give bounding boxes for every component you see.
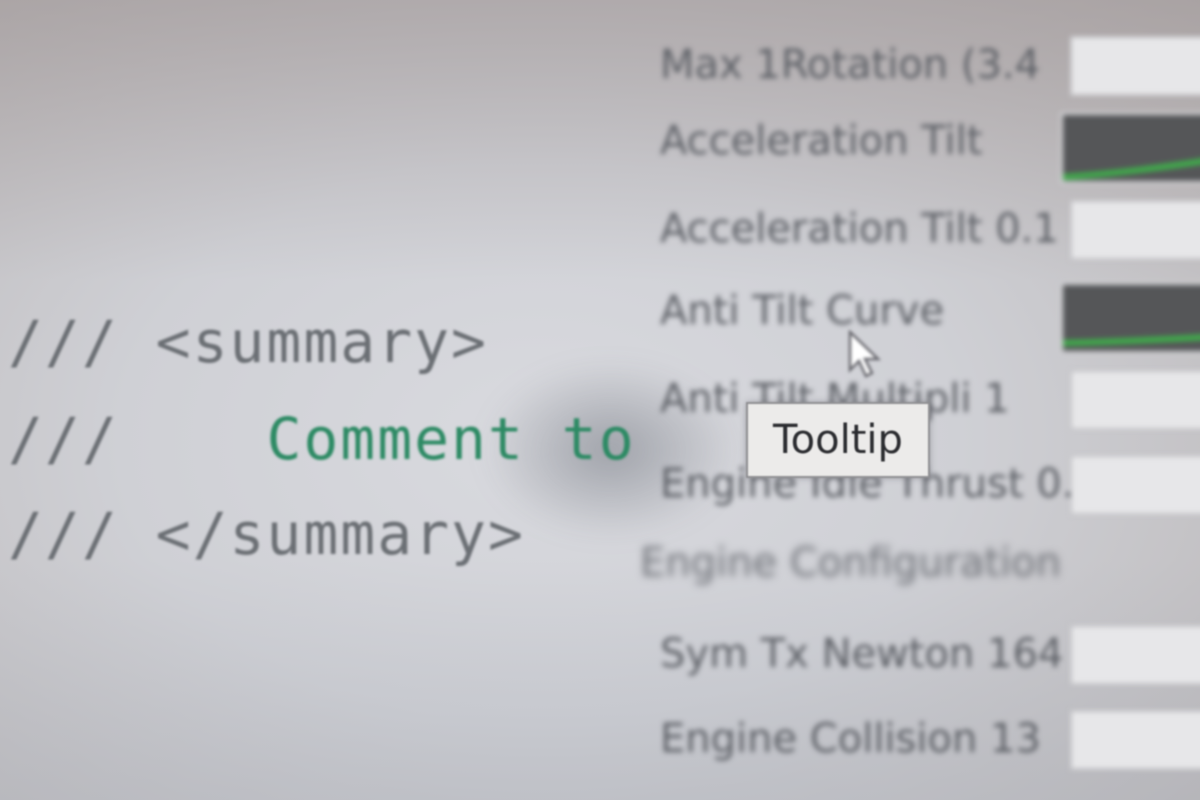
property-label: Acceleration Tilt 0.1	[660, 206, 1059, 252]
inspector-row[interactable]: Acceleration Tilt 0.1	[660, 200, 1200, 260]
property-input[interactable]	[1070, 200, 1200, 260]
property-label: Acceleration Tilt	[660, 118, 983, 164]
property-label: Max 1Rotation (3.4	[660, 42, 1041, 88]
comment-prefix: ///	[8, 405, 267, 473]
inspector-row[interactable]: Sym Tx Newton 164	[660, 625, 1200, 685]
curve-graph-icon	[1063, 158, 1200, 180]
property-label: Sym Tx Newton 164	[660, 631, 1064, 677]
inspector-row[interactable]: Engine Collision 13	[660, 710, 1200, 770]
curve-graph-icon	[1063, 334, 1200, 346]
property-label: Anti Tilt Curve	[660, 288, 945, 334]
comment-text: Comment to	[266, 405, 636, 473]
inspector-panel[interactable]: Max 1Rotation (3.4 Acceleration Tilt Acc…	[640, 0, 1200, 800]
section-header-engine-configuration[interactable]: Engine Configuration	[640, 540, 1061, 586]
inspector-row[interactable]: Anti Tilt Curve	[660, 282, 1200, 354]
curve-field[interactable]	[1060, 112, 1200, 184]
inspector-row[interactable]: Acceleration Tilt	[660, 112, 1200, 184]
mouse-cursor-icon	[848, 330, 882, 378]
property-input[interactable]	[1070, 370, 1200, 430]
curve-field[interactable]	[1060, 282, 1200, 354]
property-input[interactable]	[1070, 36, 1200, 96]
property-label: Engine Collision 13	[660, 716, 1041, 762]
inspector-row[interactable]: Engine Idle Thrust 0.3	[660, 455, 1200, 515]
inspector-row[interactable]: Max 1Rotation (3.4	[660, 36, 1200, 96]
property-input[interactable]	[1070, 710, 1200, 770]
code-line-summary-close[interactable]: /// </summary>	[8, 500, 525, 568]
tooltip: Tooltip	[746, 402, 930, 478]
inspector-row[interactable]: Anti Tilt Multipli 1	[660, 370, 1200, 430]
code-line-comment[interactable]: /// Comment to	[8, 405, 636, 473]
property-input[interactable]	[1070, 625, 1200, 685]
property-input[interactable]	[1070, 455, 1200, 515]
code-line-summary-open[interactable]: /// <summary>	[8, 308, 488, 376]
